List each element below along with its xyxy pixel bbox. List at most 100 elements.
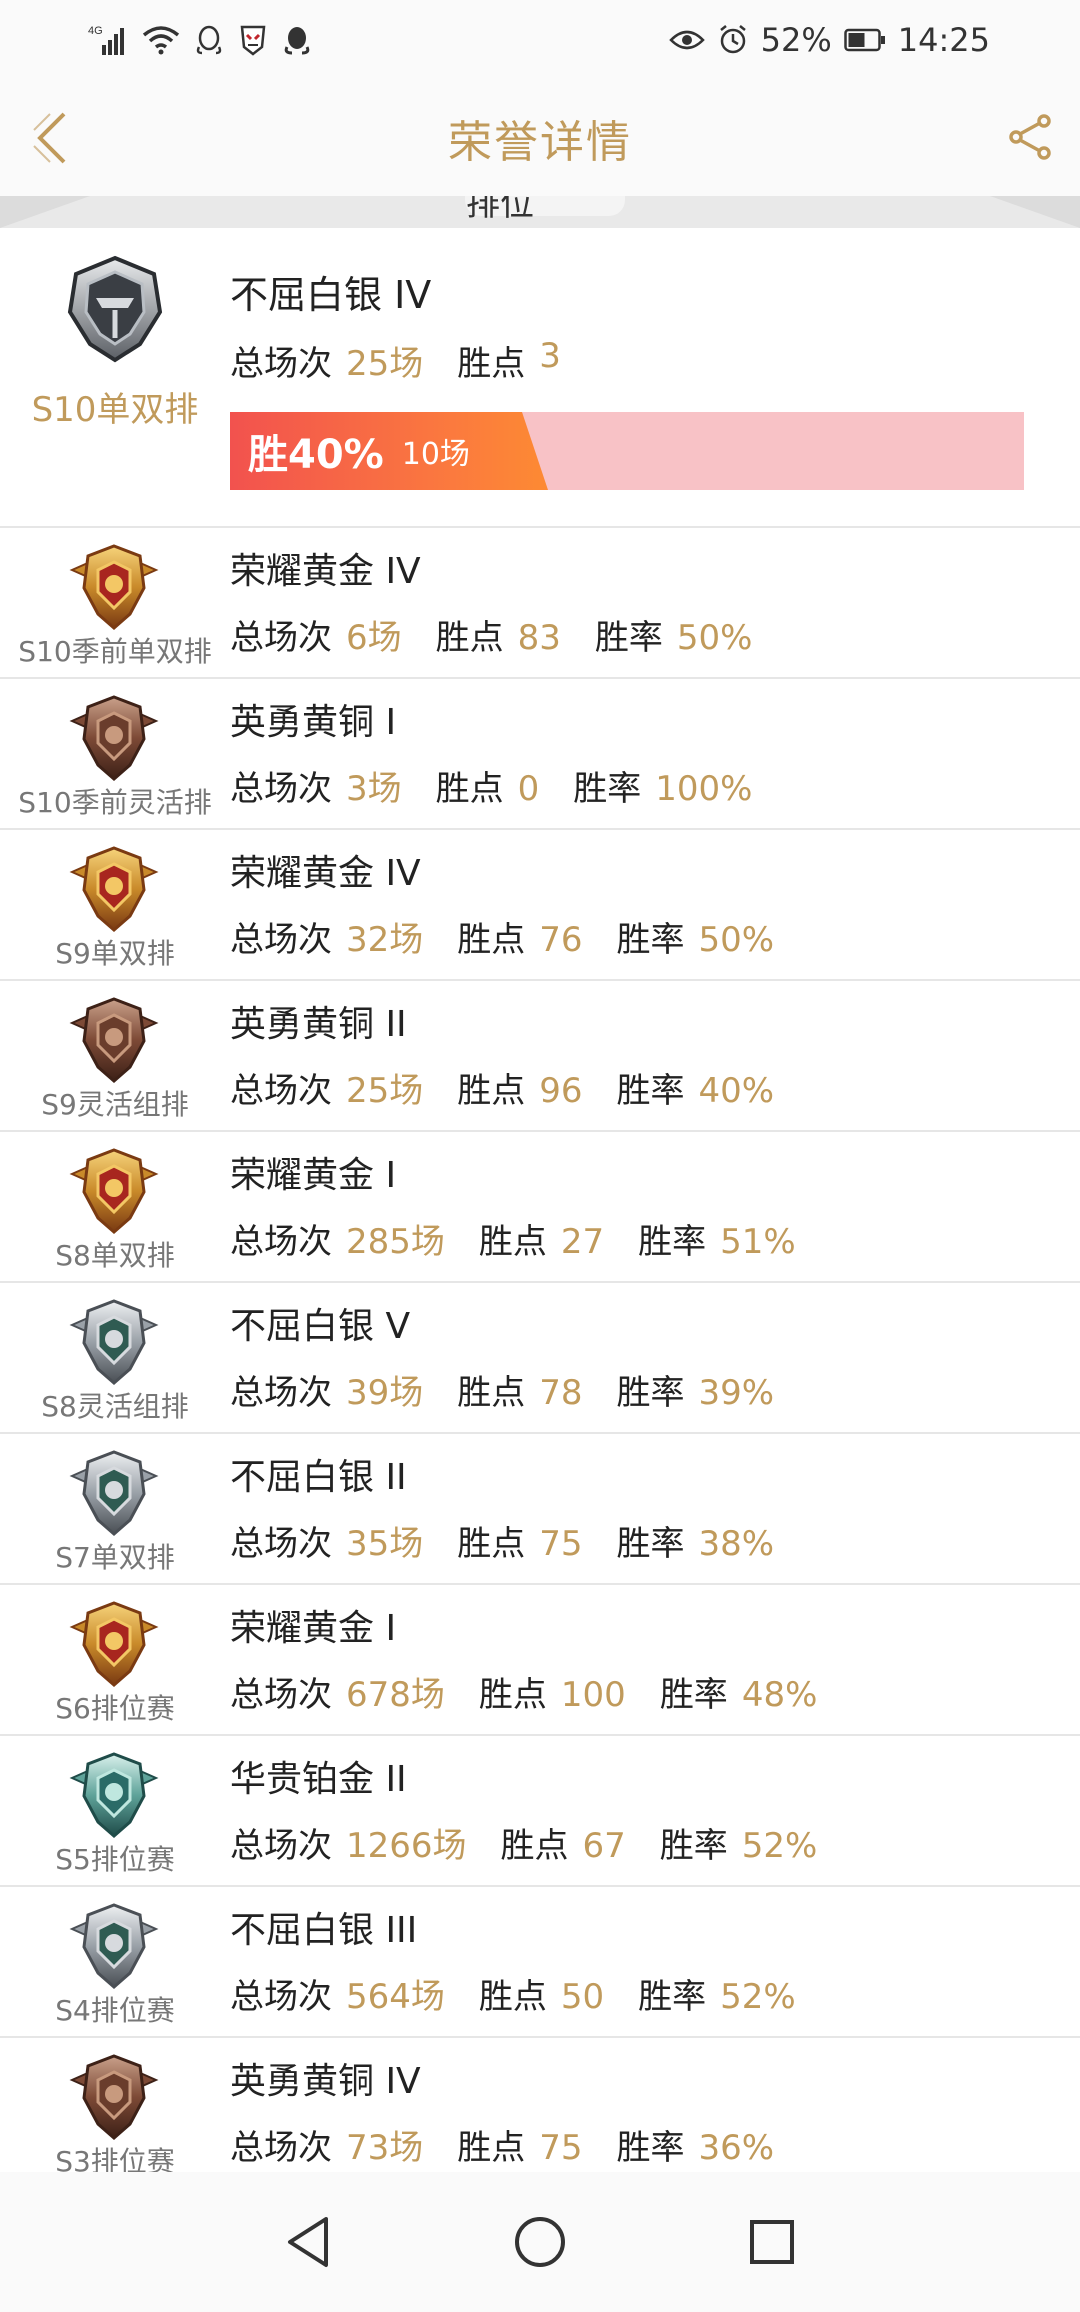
gold-rank-emblem-icon [68,844,160,936]
league-points-label: 胜点 [457,1071,526,1111]
league-points-label: 胜点 [478,1977,547,2017]
history-season-name: S9单双排 [55,937,175,970]
total-games-value: 678场 [346,1675,445,1715]
league-points-label: 胜点 [457,2128,526,2168]
nav-recent-button[interactable] [736,2206,808,2278]
total-games-value: 35场 [346,1524,424,1564]
win-rate-value: 50% [698,920,775,960]
history-stats: 总场次 3场 胜点 0 胜率 100% [230,761,752,810]
current-rank-name: 不屈白银 IV [230,273,432,317]
signal-icon: 4G [88,23,128,57]
total-games-label: 总场次 [230,1826,332,1866]
eye-icon [668,28,705,52]
league-points-value: 75 [539,2128,583,2168]
win-rate-label: 胜率 [594,618,663,658]
history-rank-name: 荣耀黄金 I [230,1608,397,1649]
league-points-label: 胜点 [457,1524,526,1564]
league-points-value: 83 [517,618,561,658]
silver-rank-emblem-icon [68,1448,160,1540]
history-row[interactable]: S10季前单双排 荣耀黄金 IV 总场次 6场 胜点 83 胜率 50% [0,528,1080,679]
page-title: 荣誉详情 [448,117,632,168]
history-season-name: S10季前灵活排 [18,786,212,819]
history-rank-name: 华贵铂金 II [230,1759,407,1800]
history-stats: 总场次 39场 胜点 78 胜率 39% [230,1365,774,1414]
app-header: 荣誉详情 [0,80,1080,196]
win-rate-label: 胜率 [616,1524,685,1564]
history-row[interactable]: S10季前灵活排 英勇黄铜 I 总场次 3场 胜点 0 胜率 100% [0,679,1080,830]
win-rate-percent: 胜40% [248,432,384,478]
history-row[interactable]: S5排位赛 华贵铂金 II 总场次 1266场 胜点 67 胜率 52% [0,1736,1080,1887]
history-stats: 总场次 6场 胜点 83 胜率 50% [230,610,752,659]
battery-icon [844,28,886,52]
history-row[interactable]: S4排位赛 不屈白银 III 总场次 564场 胜点 50 胜率 52% [0,1887,1080,2038]
win-rate-label: 胜率 [638,1222,707,1262]
history-row[interactable]: S6排位赛 荣耀黄金 I 总场次 678场 胜点 100 胜率 48% [0,1585,1080,1736]
win-rate-label: 胜率 [616,2128,685,2168]
win-rate-value: 100% [655,769,753,809]
status-left: 4G [88,20,312,60]
history-stats: 总场次 564场 胜点 50 胜率 52% [230,1969,796,2018]
history-stats: 总场次 32场 胜点 76 胜率 50% [230,912,774,961]
history-row[interactable]: S7单双排 不屈白银 II 总场次 35场 胜点 75 胜率 38% [0,1434,1080,1585]
status-right: 52% 14:25 [668,20,990,60]
league-points-value: 78 [539,1373,583,1413]
season-history-list: S10季前单双排 荣耀黄金 IV 总场次 6场 胜点 83 胜率 50% S10… [0,528,1080,2189]
history-row[interactable]: S3排位赛 英勇黄铜 IV 总场次 73场 胜点 75 胜率 36% [0,2038,1080,2189]
win-rate-label: 胜率 [659,1826,728,1866]
history-row[interactable]: S9灵活组排 英勇黄铜 II 总场次 25场 胜点 96 胜率 40% [0,981,1080,1132]
history-season-name: S4排位赛 [55,1994,175,2027]
league-points-label: 胜点 [500,1826,569,1866]
current-season-card: S10单双排 不屈白银 IV 总场次 25场 胜点 3 胜40% 10场 [0,228,1080,528]
history-rank-name: 不屈白银 II [230,1457,407,1498]
league-points-value: 0 [517,769,540,809]
square-recent-icon [750,2220,794,2264]
nav-home-button[interactable] [504,2206,576,2278]
history-season-name: S5排位赛 [55,1843,175,1876]
league-points-label: 胜点 [457,1373,526,1413]
history-stats: 总场次 285场 胜点 27 胜率 51% [230,1214,796,1263]
league-points-value: 50 [560,1977,605,2017]
nav-back-button[interactable] [272,2206,344,2278]
league-points-label: 胜点 [435,769,504,809]
history-row[interactable]: S8单双排 荣耀黄金 I 总场次 285场 胜点 27 胜率 51% [0,1132,1080,1283]
bronze-rank-emblem-icon [68,995,160,1087]
win-rate-value: 38% [698,1524,775,1564]
network-type-text: 4G [88,25,103,37]
tab-wedge-right [990,196,1080,228]
win-rate-label: 胜率 [616,1373,685,1413]
history-row[interactable]: S9单双排 荣耀黄金 IV 总场次 32场 胜点 76 胜率 50% [0,830,1080,981]
tab-wedge-left [0,196,90,228]
total-games-value: 39场 [346,1373,424,1413]
history-stats: 总场次 35场 胜点 75 胜率 38% [230,1516,774,1565]
system-nav-bar [0,2172,1080,2312]
history-stats: 总场次 25场 胜点 96 胜率 40% [230,1063,774,1112]
status-bar: 4G 52% 14:25 [0,0,1080,80]
wifi-icon [142,25,180,55]
history-row[interactable]: S8灵活组排 不屈白银 V 总场次 39场 胜点 78 胜率 39% [0,1283,1080,1434]
win-rate-value: 52% [720,1977,796,2017]
win-games-count: 10场 [401,437,470,472]
share-button[interactable] [1006,112,1056,162]
win-rate-value: 40% [698,1071,775,1111]
total-games-label: 总场次 [230,2128,332,2168]
league-points-value: 100 [560,1675,626,1715]
league-points-value: 67 [582,1826,626,1866]
battery-percent: 52% [760,21,832,59]
league-points-label: 胜点 [457,344,526,384]
total-games-value: 73场 [346,2128,424,2168]
history-season-name: S9灵活组排 [41,1088,189,1121]
total-games-value: 32场 [346,920,424,960]
total-games-label: 总场次 [230,618,332,658]
current-season-name: S10单双排 [31,390,199,430]
league-points-label: 胜点 [478,1222,547,1262]
tab-rank-label[interactable]: 排位 [466,196,534,225]
win-rate-bar: 胜40% 10场 [230,412,1024,490]
league-points-label: 胜点 [478,1675,547,1715]
history-season-name: S6排位赛 [55,1692,175,1725]
history-rank-name: 英勇黄铜 II [230,1004,407,1045]
history-rank-name: 英勇黄铜 IV [230,2061,421,2102]
history-season-name: S8单双排 [55,1239,175,1272]
gold-rank-emblem-icon [68,1146,160,1238]
history-rank-name: 荣耀黄金 IV [230,551,421,592]
history-rank-name: 荣耀黄金 IV [230,853,421,894]
